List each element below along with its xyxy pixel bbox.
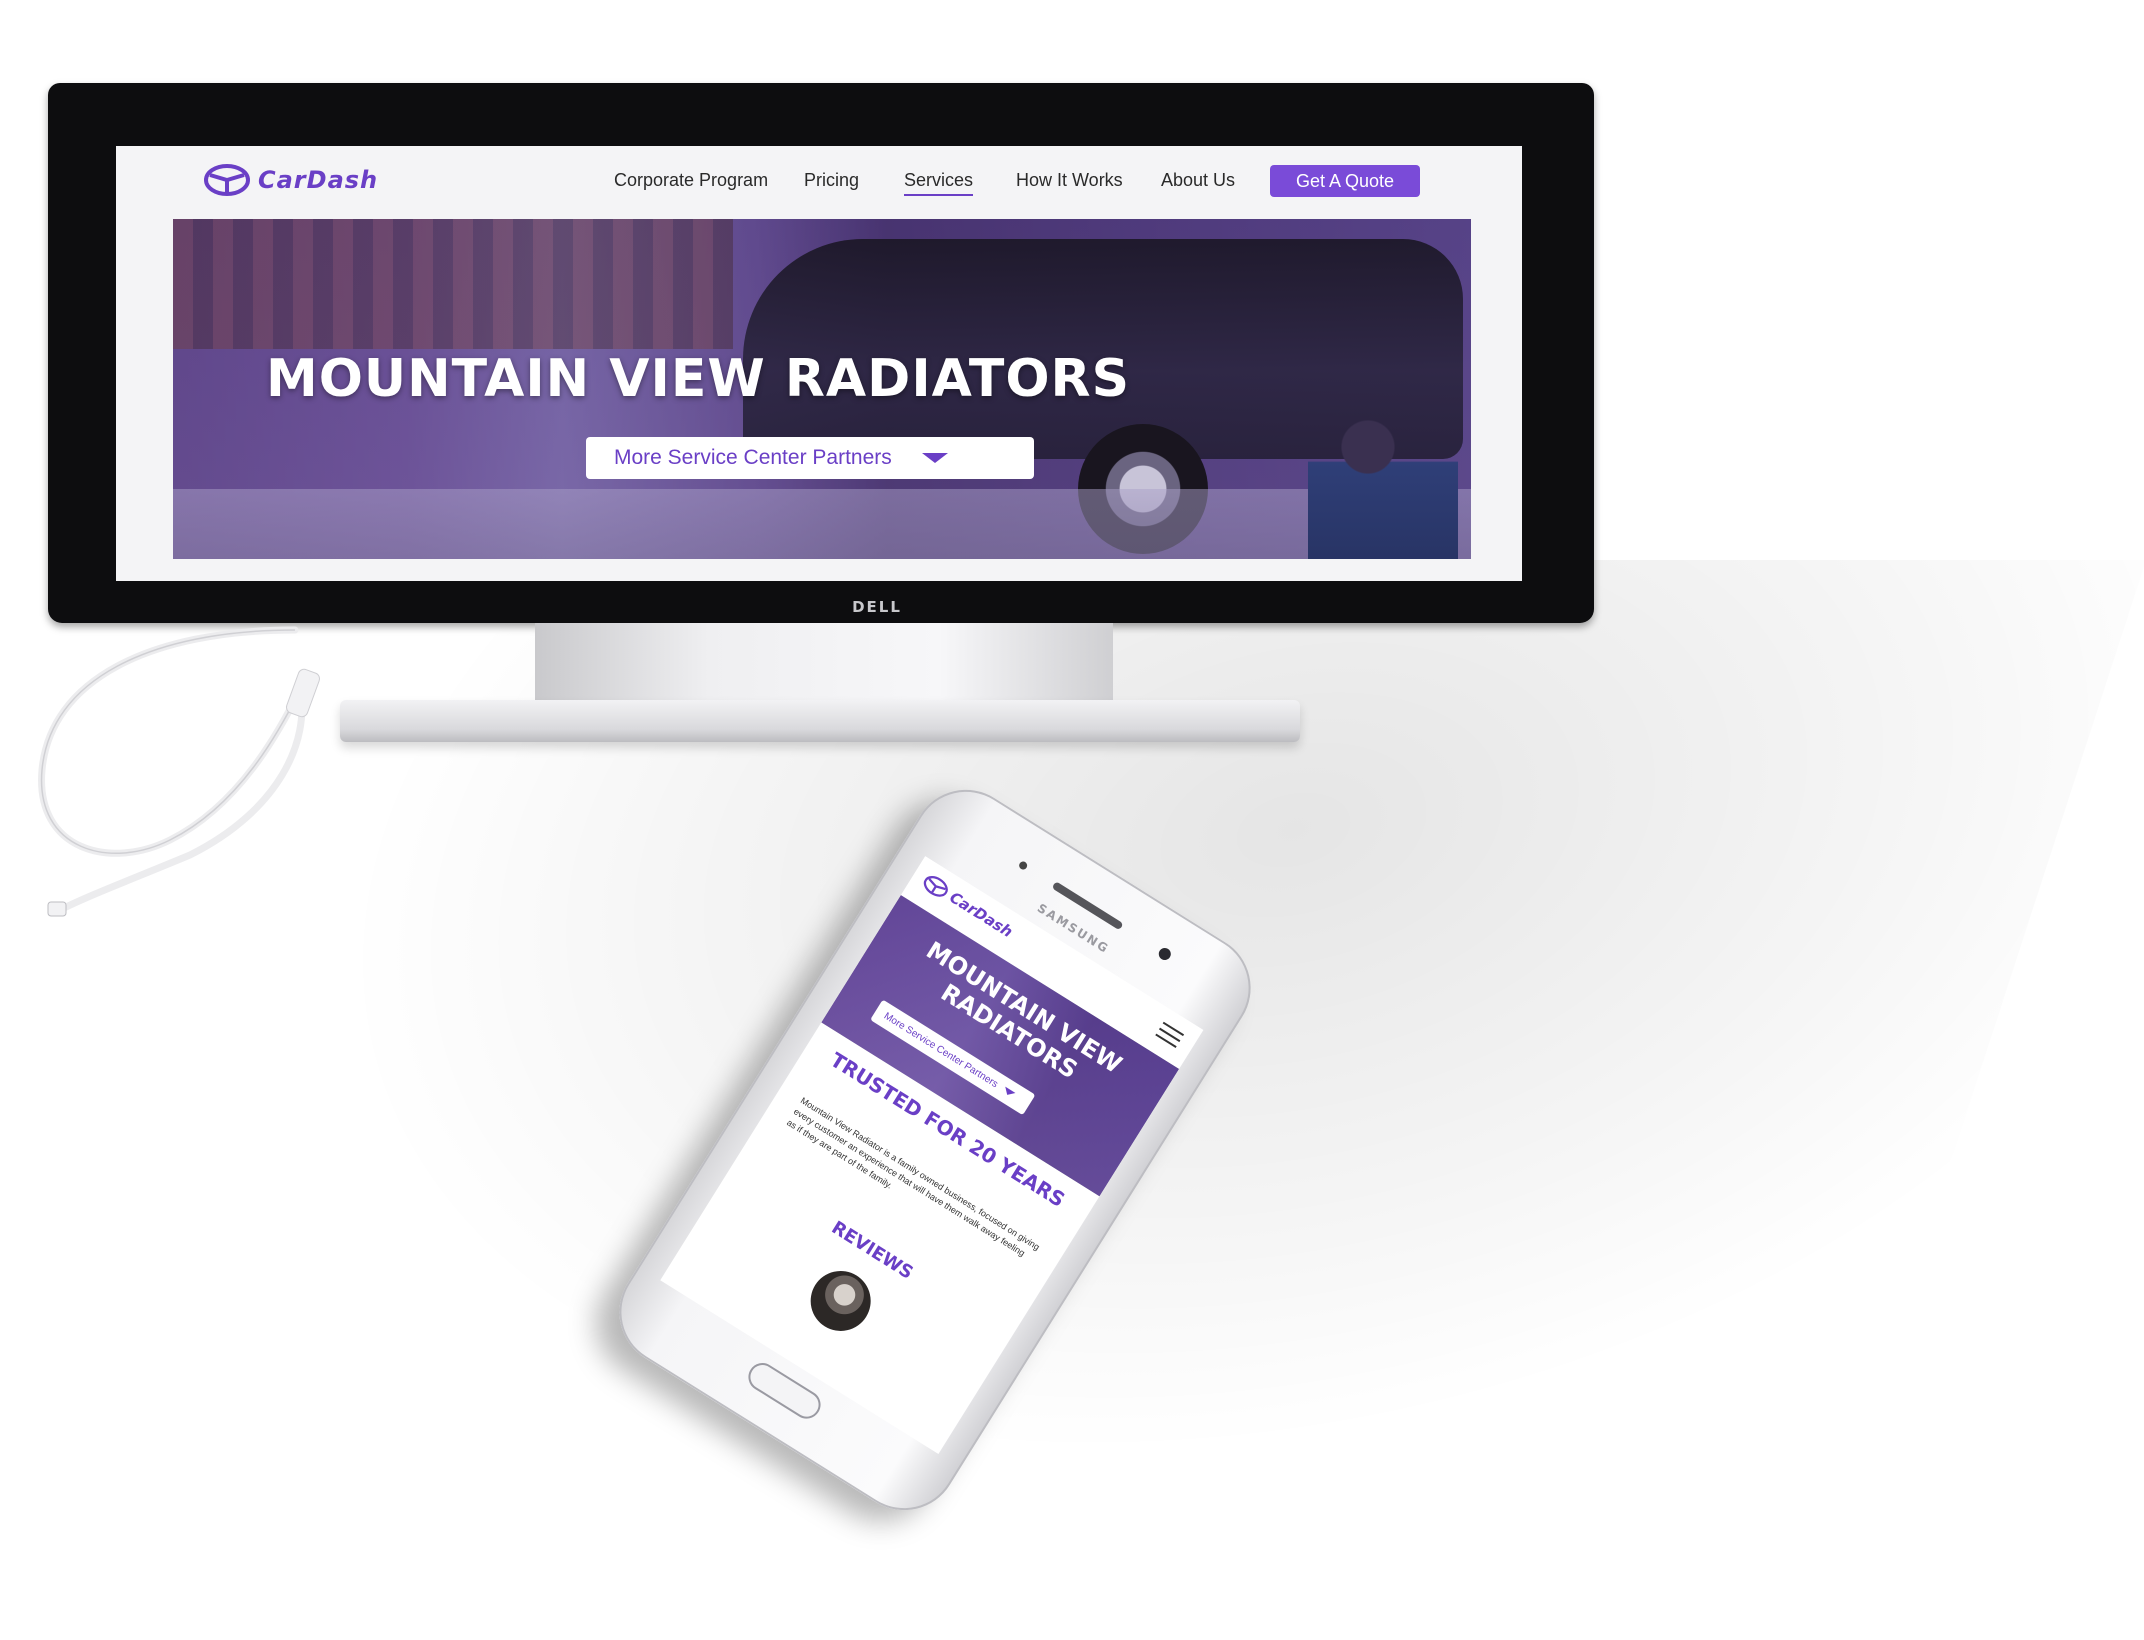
- phone-sensor: [1017, 859, 1029, 872]
- caret-down-icon: [1002, 1086, 1016, 1099]
- hero-photo-mechanic: [1308, 419, 1458, 559]
- caret-down-icon: [921, 453, 948, 463]
- monitor-brand-badge: DELL: [852, 598, 902, 616]
- usb-cable: [38, 626, 321, 917]
- reviews-heading: REVIEWS: [827, 1217, 917, 1284]
- hero-photo-ceiling: [173, 219, 733, 349]
- service-partners-dropdown[interactable]: More Service Center Partners: [586, 437, 1034, 479]
- get-a-quote-button[interactable]: Get A Quote: [1270, 165, 1420, 197]
- nav-item-how-it-works[interactable]: How It Works: [1016, 170, 1123, 191]
- phone-camera: [1156, 945, 1174, 963]
- hero-banner: MOUNTAIN VIEW RADIATORS More Service Cen…: [173, 219, 1471, 559]
- nav-item-services[interactable]: Services: [904, 170, 974, 196]
- cardash-logo-icon: [923, 876, 948, 897]
- hero-title: MOUNTAIN VIEW RADIATORS: [265, 349, 1131, 409]
- hero-photo-floor: [173, 489, 1471, 559]
- site-header: CarDash Corporate Program Pricing Servic…: [116, 146, 1522, 218]
- reviewer-avatar: [799, 1259, 883, 1343]
- desktop-screen: CarDash Corporate Program Pricing Servic…: [116, 146, 1522, 581]
- service-partners-dropdown-label: More Service Center Partners: [614, 446, 892, 469]
- nav-item-pricing[interactable]: Pricing: [804, 170, 859, 191]
- monitor-stand-base: [340, 700, 1300, 742]
- hamburger-icon[interactable]: [1154, 1021, 1185, 1050]
- nav-item-corporate-program[interactable]: Corporate Program: [614, 170, 768, 191]
- monitor: CarDash Corporate Program Pricing Servic…: [48, 83, 1594, 623]
- nav-item-about-us[interactable]: About Us: [1161, 170, 1235, 191]
